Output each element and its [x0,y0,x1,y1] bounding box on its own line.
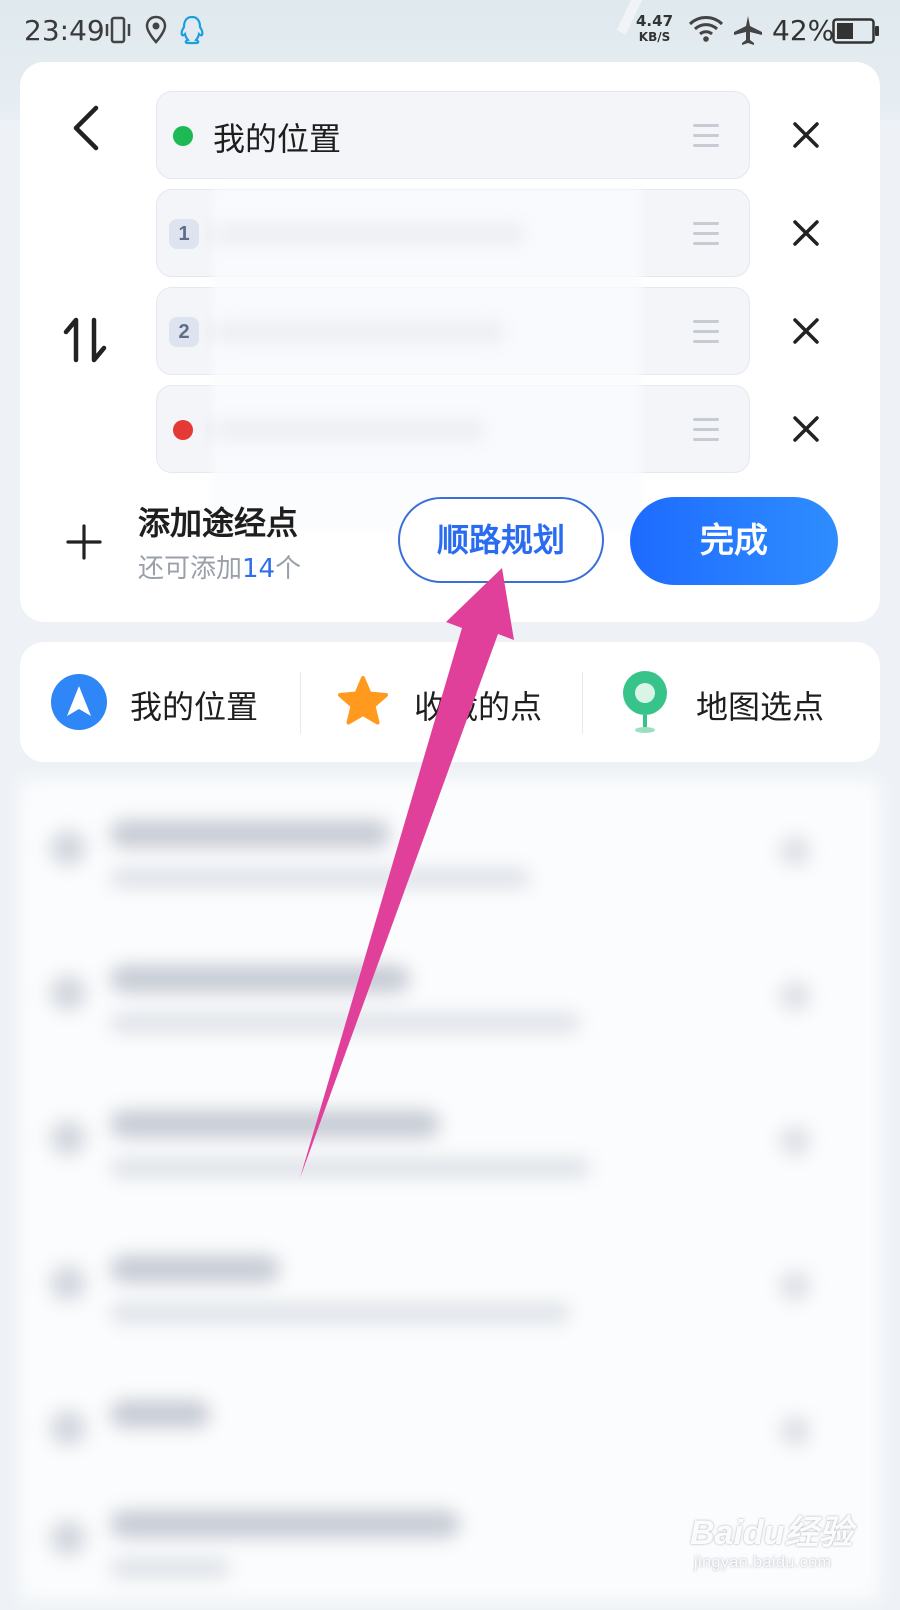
divider [582,672,583,734]
drag-handle-icon[interactable] [693,124,719,148]
watermark-logo-text: Baidu经验 [690,1514,853,1552]
done-button[interactable]: 完成 [630,497,838,585]
map-pin-icon [623,671,667,733]
watermark-url: jingyan.baidu.com [694,1554,832,1571]
history-subtitle-redacted [110,868,530,888]
start-marker-icon [173,126,193,146]
history-title-redacted [110,965,410,993]
quick-pick-my-location[interactable]: 我的位置 [50,642,310,762]
waypoint-badge: 2 [169,317,199,347]
net-speed-value: 4.47 [636,12,674,30]
quick-pick-bar: 我的位置 收藏的点 地图选点 [20,642,880,762]
history-title-redacted [110,1110,440,1138]
history-delete-icon [780,1126,810,1156]
battery-percent: 42% [772,14,835,47]
history-icon [50,1410,86,1446]
history-subtitle-redacted [110,1558,230,1578]
history-delete-icon [780,981,810,1011]
status-bar: 23:49 4.47 KB/S 42% [0,0,900,64]
history-icon [50,1120,86,1156]
history-delete-icon [780,1416,810,1446]
list-item [20,1070,880,1210]
airplane-icon [734,16,762,45]
quick-pick-label: 我的位置 [130,688,259,726]
wifi-icon [688,16,724,42]
add-waypoint-hint-suffix: 个 [275,554,302,584]
list-item [20,1215,880,1355]
start-point-label: 我的位置 [213,120,342,158]
history-delete-icon [780,1271,810,1301]
history-icon [50,1520,86,1556]
vibrate-icon [105,16,131,44]
history-subtitle-redacted [110,1303,570,1323]
location-icon [145,15,167,44]
add-waypoint-title[interactable]: 添加途经点 [138,498,298,544]
redaction-overlay [212,188,642,530]
history-icon [50,975,86,1011]
remove-stop-icon[interactable] [788,117,824,153]
drag-handle-icon[interactable] [693,418,719,442]
divider [300,672,301,734]
history-list-redacted [20,780,880,1600]
swap-order-icon[interactable] [58,312,114,368]
history-title-redacted [110,1510,460,1538]
star-icon [338,676,388,725]
route-editor-card: 我的位置 1 2 添加途经点 还可添加14个 顺路规划 完成 [20,62,880,622]
drag-handle-icon[interactable] [693,222,719,246]
history-subtitle-redacted [110,1013,580,1033]
battery-icon [832,18,879,44]
add-waypoint-icon[interactable] [64,522,104,562]
navigation-arrow-icon [51,674,107,730]
quick-pick-label: 地图选点 [696,688,825,726]
route-plan-button[interactable]: 顺路规划 [398,497,604,583]
net-speed-unit: KB/S [638,30,671,44]
history-title-redacted [110,820,390,848]
history-icon [50,1265,86,1301]
remove-stop-icon[interactable] [788,411,824,447]
quick-pick-map-select[interactable]: 地图选点 [616,642,866,762]
history-subtitle-redacted [110,1158,590,1178]
list-item [20,925,880,1065]
history-icon [50,830,86,866]
end-marker-icon [173,420,193,440]
back-arrow-icon[interactable] [60,100,116,156]
remaining-waypoint-count: 14 [242,554,276,584]
history-delete-icon [780,836,810,866]
status-time: 23:49 [24,14,105,47]
remove-stop-icon[interactable] [788,313,824,349]
qq-icon [180,15,204,45]
remove-stop-icon[interactable] [788,215,824,251]
add-waypoint-hint: 还可添加14个 [138,548,301,585]
net-speed: 4.47 KB/S [636,13,673,45]
waypoint-badge: 1 [169,219,199,249]
history-title-redacted [110,1255,280,1283]
start-point-field[interactable]: 我的位置 [156,91,750,179]
add-waypoint-hint-prefix: 还可添加 [138,554,243,584]
quick-pick-label: 收藏的点 [414,688,543,726]
drag-handle-icon[interactable] [693,320,719,344]
list-item [20,780,880,920]
baidu-jingyan-watermark: Baidu经验 jingyan.baidu.com [690,1505,852,1572]
quick-pick-favorites[interactable]: 收藏的点 [334,642,594,762]
history-title-redacted [110,1400,210,1428]
